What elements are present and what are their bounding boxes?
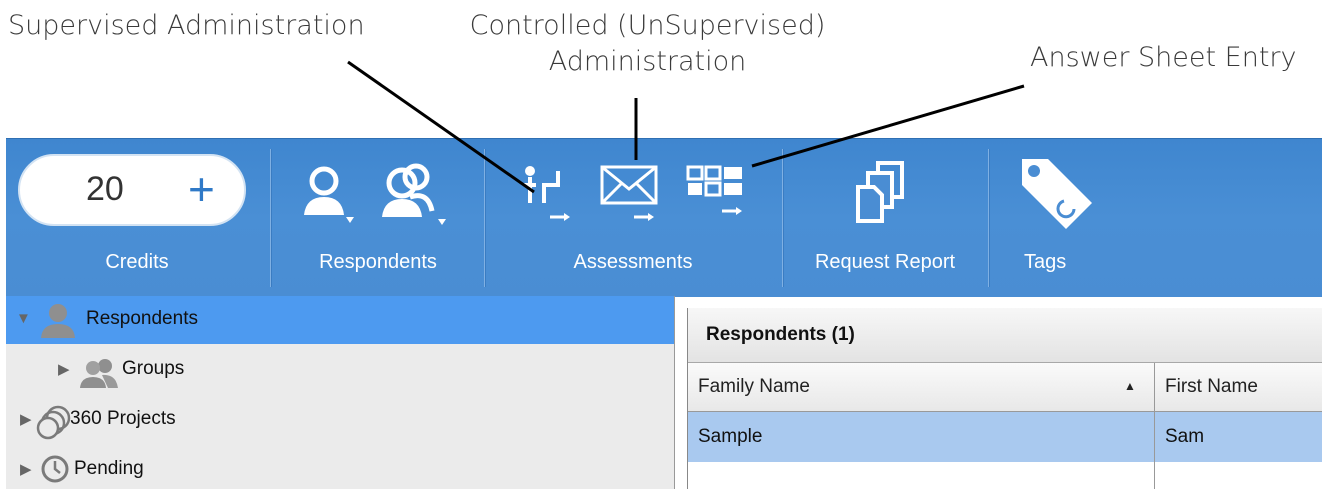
add-respondents-people-icon[interactable]: [380, 161, 452, 231]
credits-label: Credits: [105, 251, 169, 273]
clock-icon: [41, 455, 69, 483]
controlled-administration-envelope-icon[interactable]: [598, 163, 662, 225]
column-divider: [1154, 462, 1155, 489]
navigation-tree: ▼ Respondents ▶ Groups ▶ 360 Projects ▶: [6, 296, 675, 489]
callout-controlled-administration: Controlled (UnSupervised) Administration: [455, 8, 840, 80]
request-report-documents-icon[interactable]: [854, 161, 914, 229]
cell-first-name: Sam: [1165, 426, 1205, 447]
callout-controlled-line1: Controlled (UnSupervised): [469, 10, 826, 41]
circles-icon: [36, 405, 71, 440]
pane-header: Respondents (1): [688, 308, 1322, 363]
tree-item-360-projects[interactable]: ▶ 360 Projects: [6, 396, 674, 444]
credits-display: 20 +: [18, 154, 246, 226]
column-divider: [1154, 412, 1155, 462]
expand-arrow-icon[interactable]: ▼: [16, 310, 31, 327]
tree-item-respondents[interactable]: ▼ Respondents: [6, 296, 674, 344]
collapse-arrow-icon[interactable]: ▶: [20, 410, 32, 428]
add-credits-button[interactable]: +: [188, 162, 215, 216]
column-header-label: Family Name: [698, 376, 810, 397]
credits-value: 20: [86, 170, 124, 208]
request-report-label: Request Report: [814, 251, 956, 273]
column-header-first-name[interactable]: First Name: [1155, 363, 1322, 412]
tree-item-label: Respondents: [86, 308, 198, 329]
respondents-group: Respondents: [272, 139, 484, 297]
tags-tag-icon[interactable]: [1012, 153, 1102, 243]
column-header-family-name[interactable]: Family Name ▲: [688, 363, 1155, 412]
assessments-group: Assessments: [486, 139, 780, 297]
respondents-label: Respondents: [319, 251, 437, 273]
tree-item-label: Groups: [122, 358, 185, 379]
tree-item-label: 360 Projects: [70, 408, 176, 429]
respondents-pane: Respondents (1) Family Name ▲ First Name…: [687, 308, 1322, 489]
column-header-label: First Name: [1165, 376, 1258, 397]
add-respondent-person-icon[interactable]: [300, 165, 360, 231]
tags-label: Tags: [1024, 251, 1067, 273]
assessments-label: Assessments: [573, 251, 693, 273]
answer-sheet-entry-grid-icon[interactable]: [684, 163, 750, 225]
request-report-group: Request Report: [784, 139, 986, 297]
credits-group: 20 + Credits: [6, 139, 268, 297]
callout-supervised-administration: Supervised Administration: [8, 10, 365, 41]
tree-item-pending[interactable]: ▶ Pending: [6, 446, 674, 494]
collapse-arrow-icon[interactable]: ▶: [20, 460, 32, 478]
callout-controlled-line2: Administration: [548, 46, 747, 77]
tree-item-label: Pending: [74, 458, 144, 479]
supervised-administration-icon[interactable]: [520, 163, 576, 225]
cell-family-name: Sample: [698, 426, 763, 447]
table-row[interactable]: Sample Sam: [688, 412, 1322, 462]
callout-answer-sheet-entry: Answer Sheet Entry: [1030, 42, 1297, 73]
people-icon: [80, 359, 118, 388]
pane-title: Respondents (1): [706, 324, 855, 345]
person-icon: [41, 304, 75, 338]
main-toolbar: 20 + Credits Respondents Assessments Req…: [6, 138, 1322, 297]
collapse-arrow-icon[interactable]: ▶: [58, 360, 70, 378]
tags-group: Tags: [990, 139, 1110, 297]
tree-item-groups[interactable]: ▶ Groups: [6, 346, 674, 394]
sort-ascending-icon: ▲: [1124, 379, 1136, 393]
